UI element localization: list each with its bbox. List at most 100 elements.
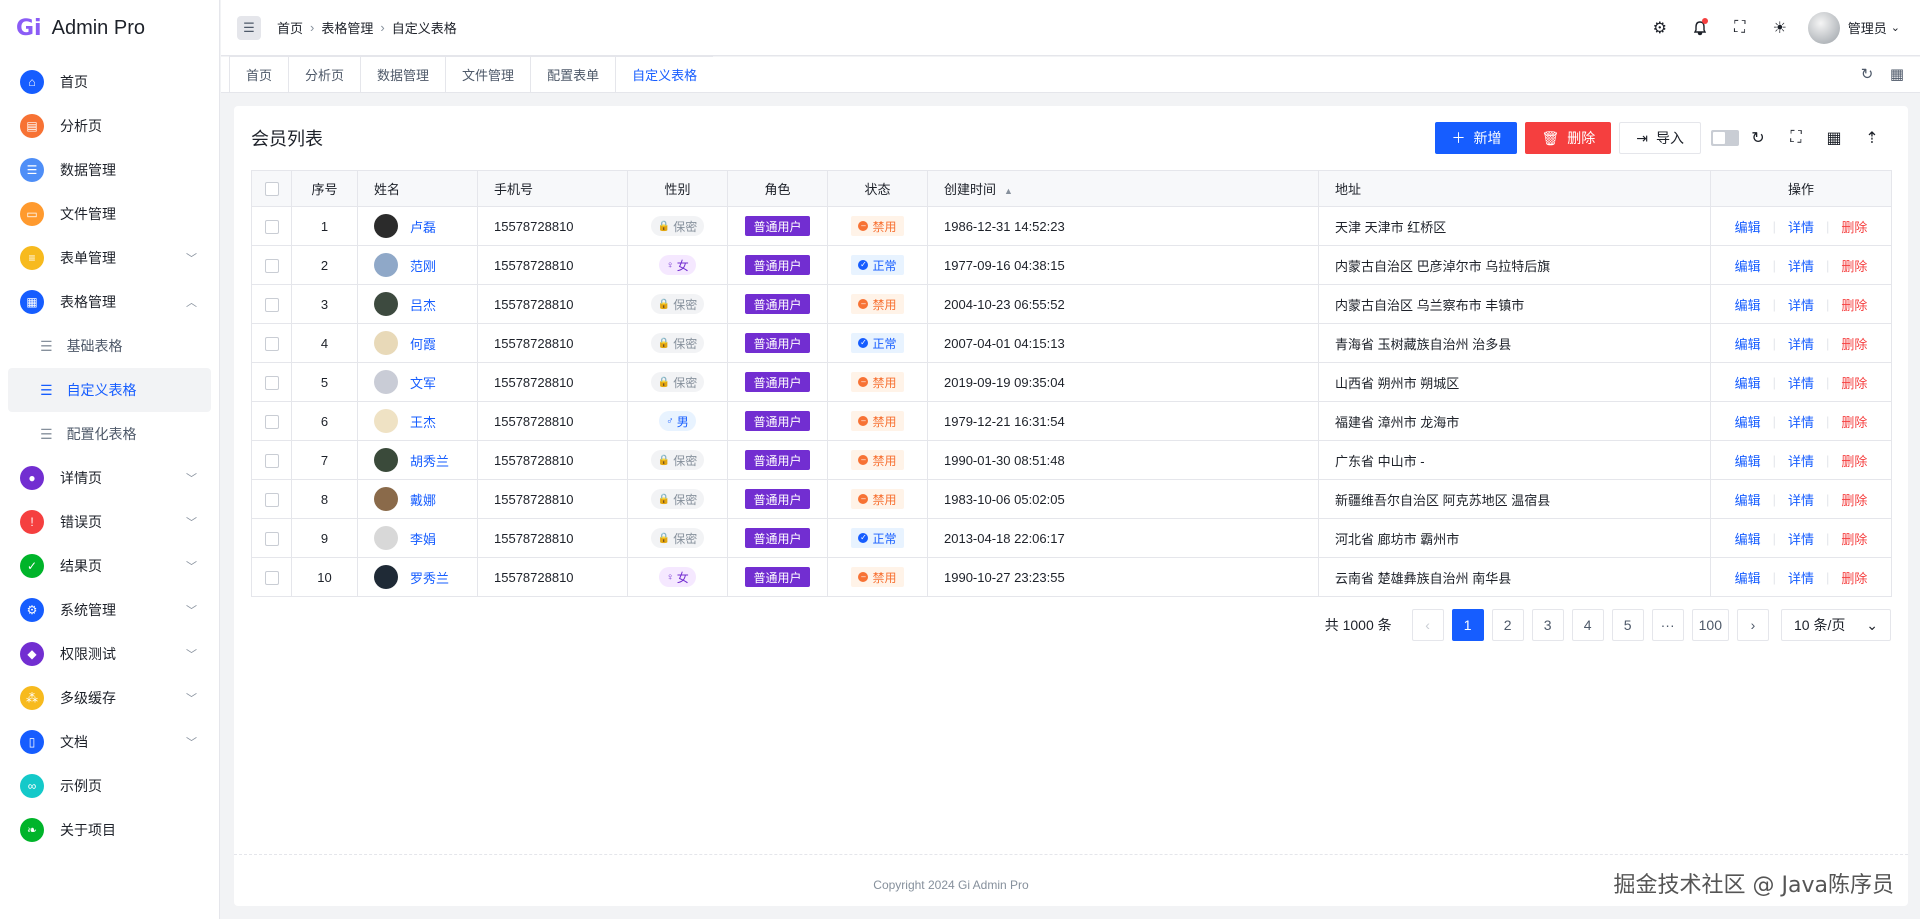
row-checkbox[interactable] — [264, 453, 279, 468]
user-avatar[interactable] — [1807, 11, 1840, 44]
edit-link[interactable]: 编辑 — [1735, 451, 1761, 470]
sidebar-item[interactable]: ≡ 表单管理 ﹀ — [0, 236, 219, 280]
sidebar-item[interactable]: ⚙ 系统管理 ﹀ — [0, 588, 219, 632]
sidebar-item[interactable]: ◆ 权限测试 ﹀ — [0, 632, 219, 676]
sidebar-subitem[interactable]: ☰ 基础表格 — [0, 324, 219, 368]
collapse-menu-icon[interactable]: ☰ — [237, 15, 261, 40]
tab-home[interactable]: 首页 — [229, 56, 289, 92]
member-name-link[interactable]: 戴娜 — [410, 490, 436, 509]
tab-data[interactable]: 数据管理 — [360, 56, 446, 92]
detail-link[interactable]: 详情 — [1788, 412, 1814, 431]
col-created[interactable]: 创建时间 ▲ — [927, 170, 1319, 207]
fullscreen-icon[interactable]: ⛶ — [1777, 129, 1815, 147]
delete-link[interactable]: 删除 — [1841, 412, 1867, 431]
sidebar-item[interactable]: ☰ 数据管理 — [0, 148, 219, 192]
sort-icon[interactable]: ▲ — [1004, 186, 1013, 196]
sidebar-item[interactable]: ▯ 文档 ﹀ — [0, 720, 219, 764]
row-checkbox[interactable] — [264, 531, 279, 546]
sidebar-item[interactable]: ∞ 示例页 — [0, 764, 219, 808]
edit-link[interactable]: 编辑 — [1735, 529, 1761, 548]
page-ellipsis[interactable]: ··· — [1651, 609, 1684, 641]
settings-icon[interactable]: ⚙ — [1640, 18, 1680, 38]
page-button[interactable]: 4 — [1571, 609, 1604, 641]
breadcrumb-item[interactable]: 自定义表格 — [392, 18, 457, 37]
breadcrumb-item[interactable]: 首页 — [277, 18, 303, 37]
prev-page-button[interactable]: ‹ — [1411, 609, 1444, 641]
user-name[interactable]: 管理员 — [1848, 18, 1887, 37]
member-name-link[interactable]: 王杰 — [410, 412, 436, 431]
tab-files[interactable]: 文件管理 — [445, 56, 531, 92]
page-button[interactable]: 5 — [1611, 609, 1644, 641]
theme-toggle-icon[interactable]: ☀ — [1760, 18, 1800, 38]
sidebar-item[interactable]: ❧ 关于项目 — [0, 808, 219, 852]
page-size-select[interactable]: 10 条/页 ⌄ — [1781, 609, 1891, 641]
detail-link[interactable]: 详情 — [1788, 295, 1814, 314]
fullscreen-icon[interactable]: ⛶ — [1720, 19, 1760, 37]
delete-link[interactable]: 删除 — [1841, 373, 1867, 392]
member-name-link[interactable]: 李娟 — [410, 529, 436, 548]
delete-link[interactable]: 删除 — [1841, 217, 1867, 236]
refresh-icon[interactable]: ↻ — [1739, 128, 1777, 148]
delete-link[interactable]: 删除 — [1841, 568, 1867, 587]
member-name-link[interactable]: 吕杰 — [410, 295, 436, 314]
edit-link[interactable]: 编辑 — [1735, 217, 1761, 236]
row-height-icon[interactable]: ⇡ — [1853, 128, 1891, 148]
page-button[interactable]: 3 — [1531, 609, 1564, 641]
row-checkbox[interactable] — [264, 336, 279, 351]
edit-link[interactable]: 编辑 — [1735, 490, 1761, 509]
delete-link[interactable]: 删除 — [1841, 451, 1867, 470]
member-name-link[interactable]: 胡秀兰 — [410, 451, 449, 470]
sidebar-item[interactable]: ⌂ 首页 — [0, 60, 219, 104]
edit-link[interactable]: 编辑 — [1735, 334, 1761, 353]
member-name-link[interactable]: 何霞 — [410, 334, 436, 353]
detail-link[interactable]: 详情 — [1788, 334, 1814, 353]
sidebar-item[interactable]: ● 详情页 ﹀ — [0, 456, 219, 500]
delete-link[interactable]: 删除 — [1841, 529, 1867, 548]
row-checkbox[interactable] — [264, 570, 279, 585]
sidebar-subitem[interactable]: ☰ 配置化表格 — [0, 412, 219, 456]
row-checkbox[interactable] — [264, 492, 279, 507]
sidebar-item[interactable]: ✓ 结果页 ﹀ — [0, 544, 219, 588]
detail-link[interactable]: 详情 — [1788, 217, 1814, 236]
tab-custom-table[interactable]: 自定义表格 — [615, 56, 714, 92]
stripe-toggle[interactable] — [1711, 130, 1739, 146]
detail-link[interactable]: 详情 — [1788, 568, 1814, 587]
member-name-link[interactable]: 文军 — [410, 373, 436, 392]
sidebar-item[interactable]: ▦ 表格管理 ︿ — [0, 280, 219, 324]
detail-link[interactable]: 详情 — [1788, 373, 1814, 392]
add-button[interactable]: ＋ 新增 — [1435, 122, 1518, 154]
detail-link[interactable]: 详情 — [1788, 490, 1814, 509]
sidebar-item[interactable]: ▤ 分析页 — [0, 104, 219, 148]
column-settings-icon[interactable]: ▦ — [1815, 128, 1853, 148]
page-last[interactable]: 100 — [1691, 609, 1729, 641]
chevron-down-icon[interactable]: ⌄ — [1891, 21, 1900, 34]
row-checkbox[interactable] — [264, 414, 279, 429]
grid-icon[interactable]: ▦ — [1882, 65, 1912, 83]
select-all-checkbox[interactable] — [264, 182, 279, 197]
bell-icon[interactable] — [1680, 17, 1720, 36]
delete-link[interactable]: 删除 — [1841, 256, 1867, 275]
delete-button[interactable]: 🗑 删除 — [1525, 122, 1612, 154]
sidebar-item[interactable]: ▭ 文件管理 — [0, 192, 219, 236]
row-checkbox[interactable] — [264, 297, 279, 312]
edit-link[interactable]: 编辑 — [1735, 412, 1761, 431]
delete-link[interactable]: 删除 — [1841, 295, 1867, 314]
row-checkbox[interactable] — [264, 219, 279, 234]
tab-config-form[interactable]: 配置表单 — [530, 56, 616, 92]
page-button[interactable]: 2 — [1491, 609, 1524, 641]
logo[interactable]: Gi Admin Pro — [0, 0, 219, 56]
edit-link[interactable]: 编辑 — [1735, 568, 1761, 587]
edit-link[interactable]: 编辑 — [1735, 256, 1761, 275]
refresh-icon[interactable]: ↻ — [1852, 65, 1882, 83]
delete-link[interactable]: 删除 — [1841, 334, 1867, 353]
edit-link[interactable]: 编辑 — [1735, 295, 1761, 314]
member-name-link[interactable]: 罗秀兰 — [410, 568, 449, 587]
next-page-button[interactable]: › — [1737, 609, 1769, 641]
edit-link[interactable]: 编辑 — [1735, 373, 1761, 392]
sidebar-item[interactable]: ⁂ 多级缓存 ﹀ — [0, 676, 219, 720]
breadcrumb-item[interactable]: 表格管理 — [321, 18, 373, 37]
tab-analysis[interactable]: 分析页 — [288, 56, 361, 92]
row-checkbox[interactable] — [264, 375, 279, 390]
detail-link[interactable]: 详情 — [1788, 529, 1814, 548]
row-checkbox[interactable] — [264, 258, 279, 273]
